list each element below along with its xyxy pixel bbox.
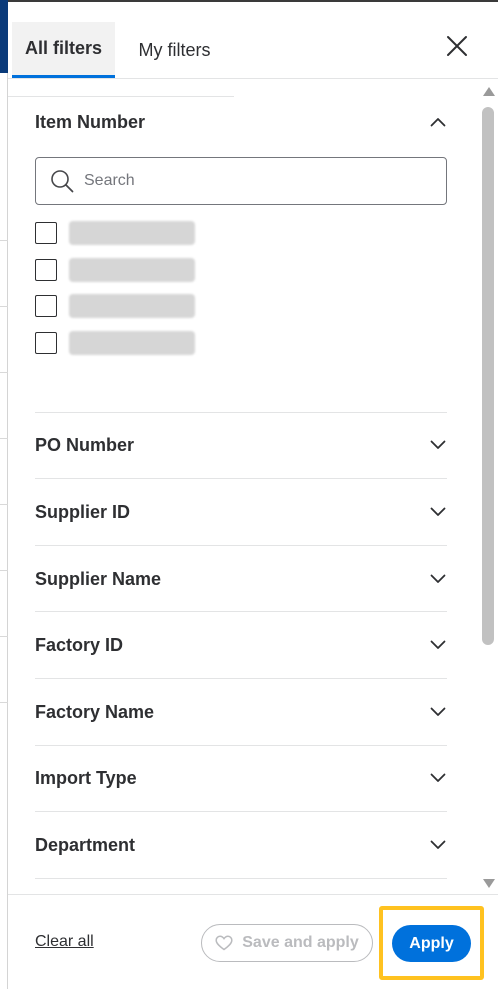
chevron-down-icon <box>429 436 447 454</box>
filters-panel: All filters My filters Item Number Searc… <box>8 2 498 989</box>
item-number-search <box>35 157 447 205</box>
section-divider <box>35 412 447 413</box>
section-title: Factory ID <box>35 634 124 655</box>
chevron-down-icon <box>429 503 447 521</box>
background-row-line <box>0 372 8 373</box>
chevron-down-icon <box>429 636 447 654</box>
section-title: Factory Name <box>35 701 155 722</box>
background-row-line <box>0 702 8 703</box>
apply-button[interactable]: Apply <box>392 925 471 962</box>
chevron-down-icon <box>429 836 447 854</box>
section-item-number[interactable]: Item Number <box>35 92 447 152</box>
checkbox[interactable] <box>35 222 57 244</box>
section-title: Import Type <box>35 767 137 788</box>
filters-scroll-area: Item Number Search PO Number Supplier ID… <box>8 79 478 894</box>
redacted-label <box>69 221 195 245</box>
chevron-down-icon <box>429 703 447 721</box>
section-divider <box>35 478 447 479</box>
section-factory-id[interactable]: Factory ID <box>35 615 447 675</box>
list-item <box>35 329 195 357</box>
scrollbar[interactable] <box>478 79 498 894</box>
background-row-line <box>0 306 8 307</box>
section-title: PO Number <box>35 434 135 455</box>
section-factory-name[interactable]: Factory Name <box>35 682 447 742</box>
scrollbar-thumb[interactable] <box>482 107 494 645</box>
background-row-line <box>0 240 8 241</box>
list-item <box>35 256 195 284</box>
section-title: Supplier ID <box>35 501 131 522</box>
section-divider <box>35 878 447 879</box>
section-divider <box>35 545 447 546</box>
filter-tabs: All filters My filters <box>8 22 234 97</box>
section-title: Supplier Name <box>35 568 162 589</box>
redacted-label <box>69 331 195 355</box>
close-button[interactable] <box>441 30 473 62</box>
background-row-line <box>0 438 8 439</box>
checkbox[interactable] <box>35 295 57 317</box>
chevron-up-icon <box>429 113 447 131</box>
list-item <box>35 292 195 320</box>
heart-icon <box>215 935 233 951</box>
scroll-down-arrow-icon[interactable] <box>483 879 495 888</box>
section-import-type[interactable]: Import Type <box>35 748 447 808</box>
footer-divider <box>8 894 498 895</box>
checkbox[interactable] <box>35 259 57 281</box>
background-header-strip <box>0 0 8 73</box>
save-and-apply-label: Save and apply <box>242 934 359 951</box>
section-supplier-id[interactable]: Supplier ID <box>35 482 447 542</box>
redacted-label <box>69 258 195 282</box>
background-row-line <box>0 504 8 505</box>
section-department[interactable]: Department <box>35 815 447 875</box>
checkbox[interactable] <box>35 332 57 354</box>
section-title: Item Number <box>35 111 146 132</box>
chevron-down-icon <box>429 570 447 588</box>
background-row-line <box>0 570 8 571</box>
section-title: Department <box>35 834 136 855</box>
background-page-strip <box>0 0 8 989</box>
search-icon <box>51 170 74 193</box>
section-divider <box>35 745 447 746</box>
save-and-apply-button[interactable]: Save and apply <box>201 924 373 962</box>
section-supplier-name[interactable]: Supplier Name <box>35 549 447 609</box>
section-po-number[interactable]: PO Number <box>35 415 447 475</box>
search-input[interactable] <box>84 172 424 190</box>
scroll-up-arrow-icon[interactable] <box>483 87 495 96</box>
section-divider <box>35 611 447 612</box>
list-item <box>35 219 195 247</box>
redacted-label <box>69 294 195 318</box>
background-row-line <box>0 636 8 637</box>
close-icon <box>447 36 467 56</box>
section-divider <box>35 811 447 812</box>
section-divider <box>35 678 447 679</box>
tab-my-filters[interactable]: My filters <box>115 22 234 78</box>
clear-all-link[interactable]: Clear all <box>35 933 94 951</box>
tab-all-filters[interactable]: All filters <box>12 22 115 78</box>
chevron-down-icon <box>429 769 447 787</box>
